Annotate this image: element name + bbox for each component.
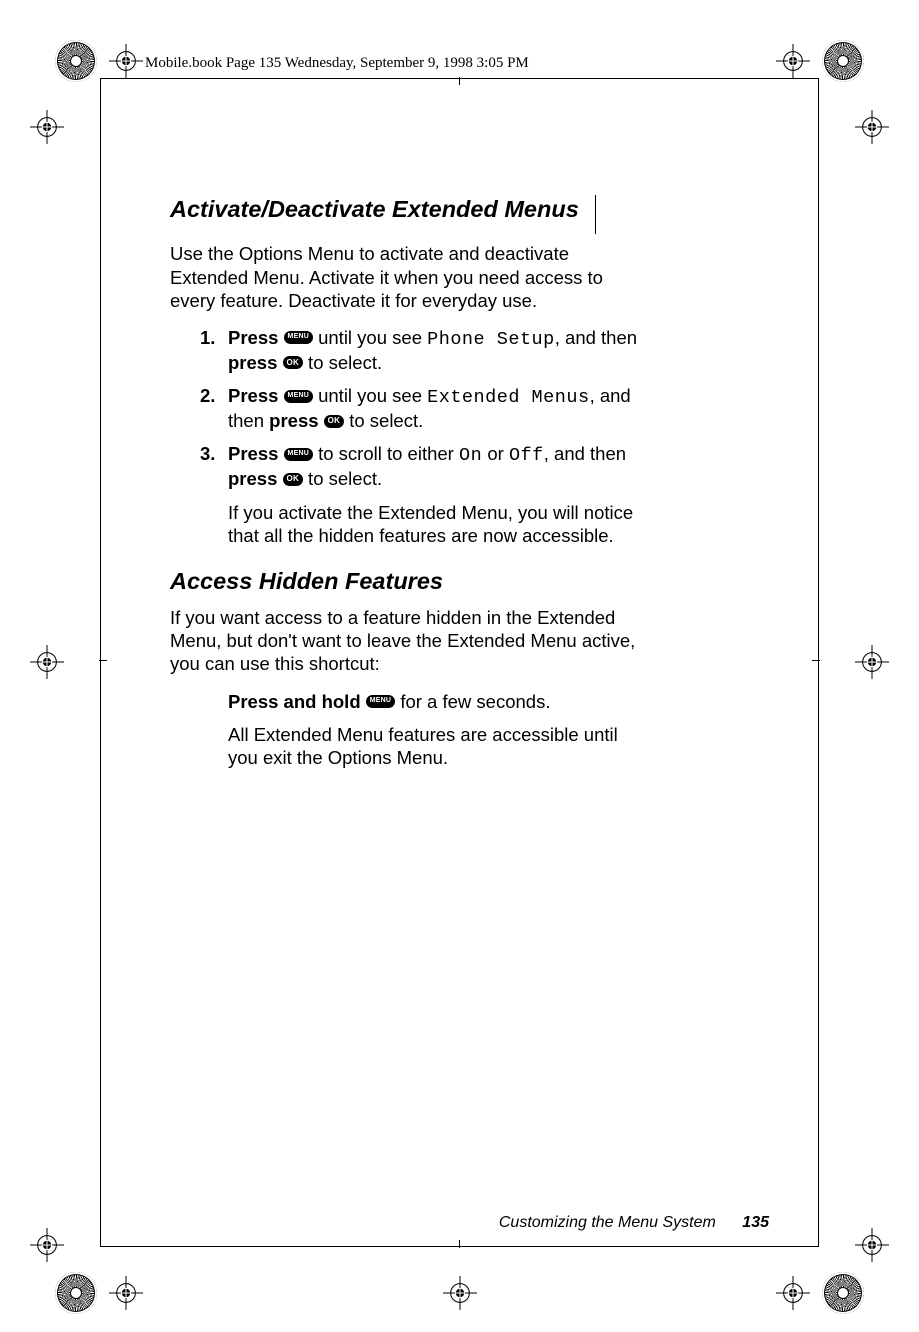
- page-footer: Customizing the Menu System 135: [499, 1214, 769, 1232]
- tick-mark: [459, 77, 460, 85]
- step-text: , and then: [544, 443, 626, 464]
- registration-mark-icon: [30, 110, 64, 144]
- lcd-text: Phone Setup: [427, 329, 555, 350]
- running-header: Mobile.book Page 135 Wednesday, Septembe…: [145, 55, 529, 72]
- section-heading: Activate/Deactivate Extended Menus: [170, 195, 589, 224]
- steps-list: 1. Press MENU until you see Phone Setup,…: [170, 326, 650, 491]
- tick-mark: [99, 660, 107, 661]
- step-body: Press MENU to scroll to either On or Off…: [228, 442, 650, 490]
- section-heading: Access Hidden Features: [170, 567, 453, 596]
- step-text: until you see: [313, 327, 427, 348]
- step-text: to select.: [303, 352, 382, 373]
- ok-button-icon: OK: [324, 415, 344, 428]
- registration-mark-icon: [776, 44, 810, 78]
- rosette-icon: [822, 1272, 864, 1314]
- tick-mark: [812, 660, 820, 661]
- lcd-text: Extended Menus: [427, 387, 589, 408]
- menu-button-icon: MENU: [284, 331, 313, 344]
- ok-button-icon: OK: [283, 356, 303, 369]
- press-hold-label: Press and hold: [228, 691, 361, 712]
- step-note: If you activate the Extended Menu, you w…: [170, 501, 650, 547]
- registration-mark-icon: [855, 1228, 889, 1262]
- page-content: Activate/Deactivate Extended Menus Use t…: [170, 195, 650, 779]
- menu-button-icon: MENU: [284, 448, 313, 461]
- step-number: 2.: [200, 384, 228, 432]
- registration-mark-icon: [109, 44, 143, 78]
- registration-mark-icon: [443, 1276, 477, 1310]
- step-item: 1. Press MENU until you see Phone Setup,…: [170, 326, 650, 374]
- press-label: press: [228, 468, 277, 489]
- step-text: to select.: [344, 410, 423, 431]
- chapter-title: Customizing the Menu System: [499, 1214, 716, 1231]
- step-text: to select.: [303, 468, 382, 489]
- menu-button-icon: MENU: [284, 390, 313, 403]
- section-intro: Use the Options Menu to activate and dea…: [170, 242, 650, 311]
- action-tail: for a few seconds.: [395, 691, 550, 712]
- result-text: All Extended Menu features are accessibl…: [170, 723, 650, 769]
- section-heading-wrap: Activate/Deactivate Extended Menus: [170, 195, 596, 234]
- step-body: Press MENU until you see Phone Setup, an…: [228, 326, 650, 374]
- rosette-icon: [55, 1272, 97, 1314]
- rosette-icon: [822, 40, 864, 82]
- step-body: Press MENU until you see Extended Menus,…: [228, 384, 650, 432]
- registration-mark-icon: [855, 645, 889, 679]
- ok-button-icon: OK: [283, 473, 303, 486]
- step-number: 1.: [200, 326, 228, 374]
- step-item: 2. Press MENU until you see Extended Men…: [170, 384, 650, 432]
- press-label: Press: [228, 327, 278, 348]
- registration-mark-icon: [855, 110, 889, 144]
- registration-mark-icon: [776, 1276, 810, 1310]
- registration-mark-icon: [109, 1276, 143, 1310]
- lcd-text: Off: [509, 445, 544, 466]
- action-line: Press and hold MENU for a few seconds.: [170, 690, 650, 713]
- press-label: press: [269, 410, 318, 431]
- step-number: 3.: [200, 442, 228, 490]
- step-item: 3. Press MENU to scroll to either On or …: [170, 442, 650, 490]
- section-intro: If you want access to a feature hidden i…: [170, 606, 650, 675]
- step-text: to scroll to either: [313, 443, 459, 464]
- step-text: or: [482, 443, 509, 464]
- step-text: until you see: [313, 385, 427, 406]
- registration-mark-icon: [30, 1228, 64, 1262]
- press-label: press: [228, 352, 277, 373]
- rosette-icon: [55, 40, 97, 82]
- tick-mark: [459, 1240, 460, 1248]
- menu-button-icon: MENU: [366, 695, 395, 708]
- registration-mark-icon: [30, 645, 64, 679]
- lcd-text: On: [459, 445, 482, 466]
- page-number: 135: [742, 1214, 769, 1231]
- press-label: Press: [228, 443, 278, 464]
- step-text: , and then: [555, 327, 637, 348]
- press-label: Press: [228, 385, 278, 406]
